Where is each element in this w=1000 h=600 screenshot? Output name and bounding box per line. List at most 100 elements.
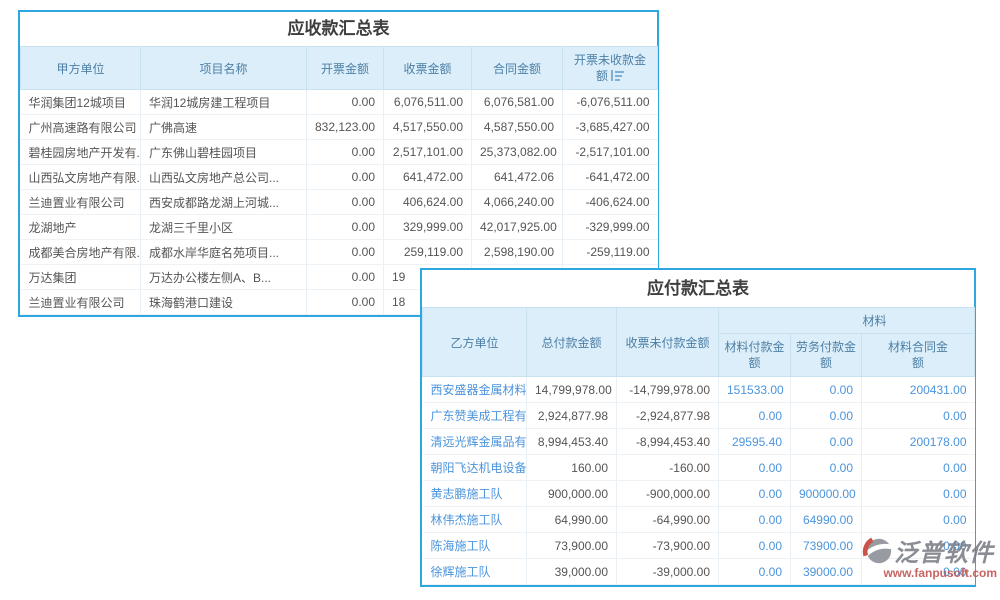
col-header-total-payment: 总付款金额 [527,308,617,377]
payables-cell[interactable]: 林伟杰施工队 [423,507,527,533]
payables-cell[interactable]: 清远光辉金属品有限 [423,429,527,455]
table-row: 清远光辉金属品有限8,994,453.40-8,994,453.4029595.… [423,429,975,455]
table-row: 徐辉施工队39,000.00-39,000.000.0039000.000.00 [423,559,975,585]
payables-cell: 0.00 [791,377,862,403]
sort-icon[interactable] [611,70,624,81]
payables-cell[interactable]: 陈海施工队 [423,533,527,559]
table-row: 西安盛器金属材料有14,799,978.00-14,799,978.001515… [423,377,975,403]
table-row: 山西弘文房地产有限...山西弘文房地产总公司...0.00641,472.006… [21,165,658,190]
receivables-cell: 0.00 [307,240,384,265]
payables-cell[interactable]: 西安盛器金属材料有 [423,377,527,403]
payables-cell: 0.00 [719,559,791,585]
receivables-cell: 华润集团12城项目 [21,90,141,115]
payables-cell: -900,000.00 [617,481,719,507]
receivables-cell: 兰迪置业有限公司 [21,190,141,215]
table-row: 广东赞美成工程有限2,924,877.98-2,924,877.980.000.… [423,403,975,429]
col-group-header-material: 材料 [719,308,975,334]
table-row: 华润集团12城项目华润12城房建工程项目0.006,076,511.006,07… [21,90,658,115]
payables-cell[interactable]: 黄志鹏施工队 [423,481,527,507]
receivables-cell: -259,119.00 [563,240,658,265]
col-header-receipt-unpaid: 收票未付款金额 [617,308,719,377]
receivables-cell: 0.00 [307,140,384,165]
receivables-cell: 259,119.00 [384,240,472,265]
receivables-cell: -3,685,427.00 [563,115,658,140]
payables-cell: -160.00 [617,455,719,481]
col-header-invoiced-unpaid-amount: 开票未收款金额 [563,47,658,90]
payables-cell: 151533.00 [719,377,791,403]
payables-cell: 0.00 [862,507,975,533]
table-row: 龙湖地产龙湖三千里小区0.00329,999.0042,017,925.00-3… [21,215,658,240]
payables-cell: 0.00 [862,559,975,585]
col-header-material-contract: 材料合同金额 [862,334,975,377]
receivables-cell: 641,472.06 [472,165,563,190]
receivables-cell: 龙湖地产 [21,215,141,240]
payables-cell: 14,799,978.00 [527,377,617,403]
payables-cell: -2,924,877.98 [617,403,719,429]
table-row: 陈海施工队73,900.00-73,900.000.0073900.000.00 [423,533,975,559]
receivables-cell: 641,472.00 [384,165,472,190]
payables-cell: 0.00 [719,455,791,481]
receivables-cell: 329,999.00 [384,215,472,240]
payables-cell[interactable]: 朝阳飞达机电设备有 [423,455,527,481]
receivables-cell: 6,076,581.00 [472,90,563,115]
payables-cell: 73,900.00 [527,533,617,559]
payables-cell: 0.00 [719,507,791,533]
col-header-invoiced-unpaid-label: 开票未收款金额 [574,53,646,83]
receivables-cell: 广东佛山碧桂园项目 [141,140,307,165]
page: 应收款汇总表 甲方单位 项目名称 开票金额 收票金额 合同金额 开票未收款金额 … [0,0,1000,600]
receivables-cell: 6,076,511.00 [384,90,472,115]
receivables-cell: 兰迪置业有限公司 [21,290,141,315]
payables-table-body: 西安盛器金属材料有14,799,978.00-14,799,978.001515… [423,377,975,585]
receivables-cell: 山西弘文房地产总公司... [141,165,307,190]
receivables-table-title: 应收款汇总表 [20,12,657,46]
payables-cell: 39,000.00 [527,559,617,585]
receivables-cell: -641,472.00 [563,165,658,190]
receivables-cell: 成都美合房地产有限... [21,240,141,265]
payables-cell: 0.00 [719,481,791,507]
receivables-cell: 0.00 [307,165,384,190]
payables-cell: 200178.00 [862,429,975,455]
receivables-cell: 碧桂园房地产开发有... [21,140,141,165]
payables-cell: 0.00 [719,533,791,559]
table-row: 林伟杰施工队64,990.00-64,990.000.0064990.000.0… [423,507,975,533]
receivables-cell: 珠海鹤港口建设 [141,290,307,315]
col-header-project-name: 项目名称 [141,47,307,90]
col-header-contract-amount: 合同金额 [472,47,563,90]
receivables-cell: 华润12城房建工程项目 [141,90,307,115]
receivables-cell: 0.00 [307,265,384,290]
payables-cell: 0.00 [791,429,862,455]
payables-cell: 900,000.00 [527,481,617,507]
col-header-material-payment: 材料付款金额 [719,334,791,377]
payables-cell: 0.00 [862,533,975,559]
table-row: 朝阳飞达机电设备有160.00-160.000.000.000.00 [423,455,975,481]
receivables-cell: -2,517,101.00 [563,140,658,165]
receivables-cell: 4,517,550.00 [384,115,472,140]
payables-cell: 0.00 [791,455,862,481]
receivables-cell: 0.00 [307,290,384,315]
payables-cell: 39000.00 [791,559,862,585]
receivables-cell: 4,587,550.00 [472,115,563,140]
receivables-cell: 成都水岸华庭名苑项目... [141,240,307,265]
payables-summary-panel: 应付款汇总表 乙方单位 总付款金额 收票未付款金额 材料 材料付款金额 劳务付款… [420,268,976,587]
table-row: 兰迪置业有限公司西安成都路龙湖上河城...0.00406,624.004,066… [21,190,658,215]
payables-cell: 0.00 [791,403,862,429]
receivables-cell: 西安成都路龙湖上河城... [141,190,307,215]
payables-cell[interactable]: 徐辉施工队 [423,559,527,585]
receivables-cell: 广佛高速 [141,115,307,140]
col-header-party-a: 甲方单位 [21,47,141,90]
col-header-labor-payment: 劳务付款金额 [791,334,862,377]
payables-cell: 0.00 [862,403,975,429]
receivables-cell: 2,517,101.00 [384,140,472,165]
payables-table-header: 乙方单位 总付款金额 收票未付款金额 材料 材料付款金额 劳务付款金额 材料合同… [423,308,975,377]
payables-cell: -73,900.00 [617,533,719,559]
table-row: 成都美合房地产有限...成都水岸华庭名苑项目...0.00259,119.002… [21,240,658,265]
receivables-cell: 0.00 [307,90,384,115]
payables-cell: 73900.00 [791,533,862,559]
col-header-receipt-amount: 收票金额 [384,47,472,90]
col-header-party-b: 乙方单位 [423,308,527,377]
receivables-cell: 0.00 [307,215,384,240]
receivables-cell: 406,624.00 [384,190,472,215]
receivables-cell: 山西弘文房地产有限... [21,165,141,190]
payables-cell[interactable]: 广东赞美成工程有限 [423,403,527,429]
payables-cell: 900000.00 [791,481,862,507]
